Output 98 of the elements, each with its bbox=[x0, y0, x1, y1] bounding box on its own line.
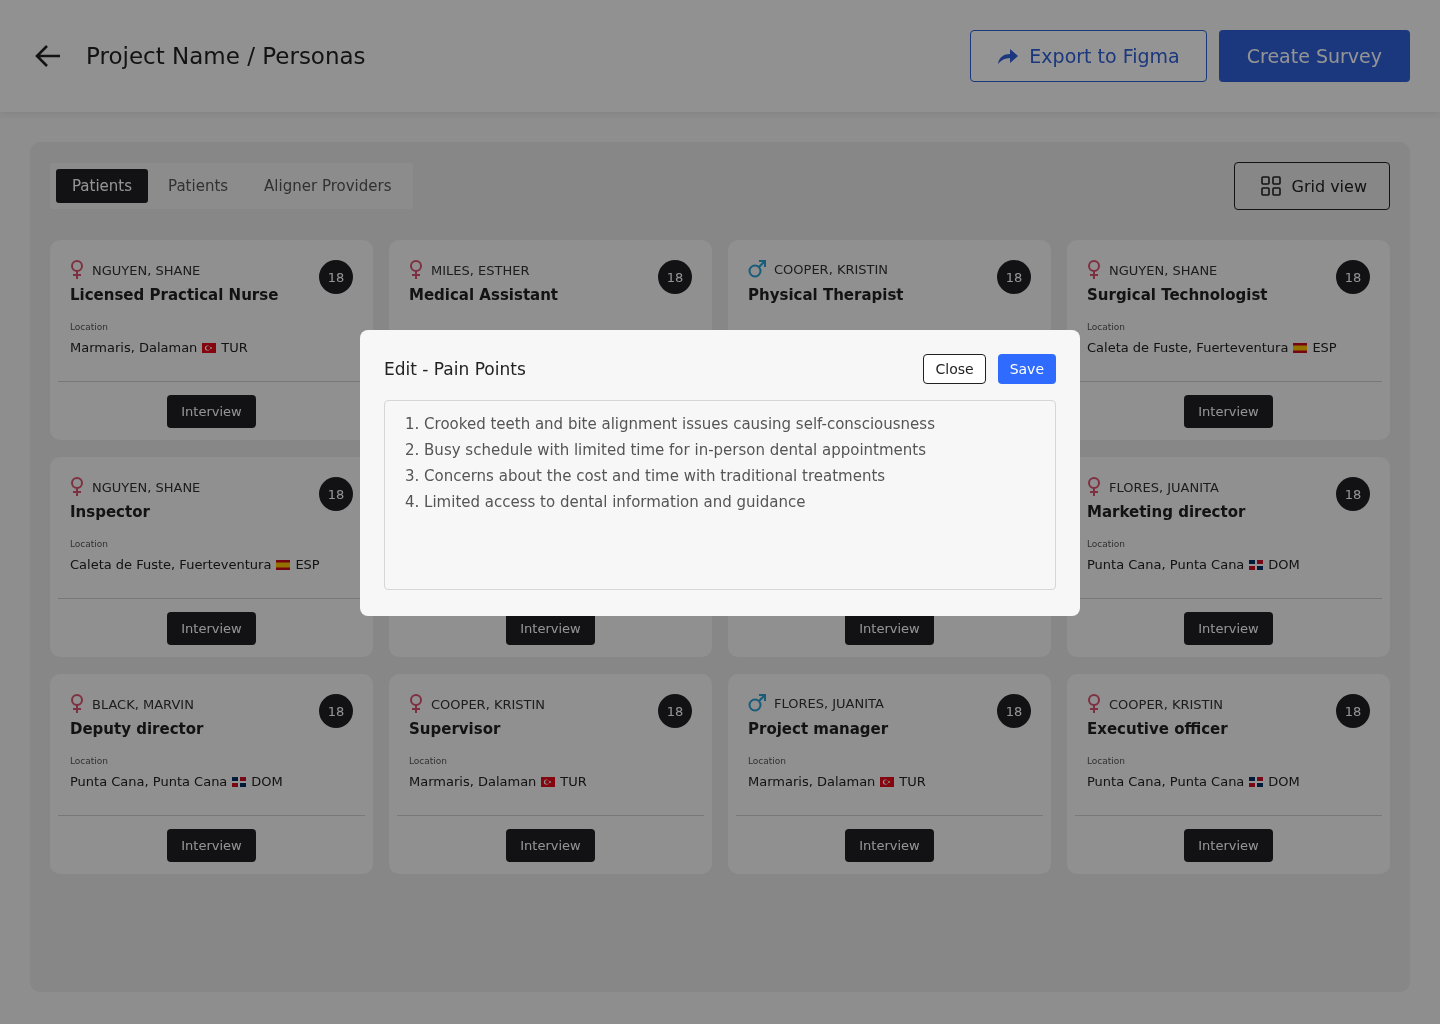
tab[interactable]: Aligner Providers bbox=[248, 169, 408, 203]
close-button[interactable]: Close bbox=[923, 354, 986, 384]
list-item: 3. Concerns about the cost and time with traditional treatments bbox=[405, 467, 887, 485]
job-title: Deputy director bbox=[70, 720, 205, 738]
location-text: Punta Cana, Punta Cana bbox=[1087, 557, 1245, 572]
job-title: Physical Therapist bbox=[748, 286, 905, 304]
job-title: Surgical Technologist bbox=[1087, 286, 1269, 304]
location-label: Location bbox=[748, 756, 788, 766]
turkey-flag-icon bbox=[541, 776, 556, 787]
job-title: Inspector bbox=[70, 503, 151, 521]
dialog-title: Edit - Pain Points bbox=[384, 359, 527, 379]
country-code: TUR bbox=[899, 774, 926, 789]
tab[interactable]: Patients bbox=[56, 169, 149, 203]
female-symbol-icon bbox=[1087, 694, 1101, 714]
turkey-flag-icon bbox=[880, 776, 895, 787]
spain-flag-icon bbox=[1293, 342, 1308, 353]
female-symbol-icon bbox=[70, 477, 84, 497]
location-text: Punta Cana, Punta Cana bbox=[70, 774, 228, 789]
dominican-flag-icon bbox=[1249, 559, 1264, 570]
export-button[interactable]: Export to Figma bbox=[970, 30, 1207, 82]
age-badge: 18 bbox=[658, 260, 692, 294]
age-badge: 18 bbox=[1336, 477, 1370, 511]
persona-name: COOPER, KRISTIN bbox=[1109, 696, 1224, 712]
persona-name: NGUYEN, SHANE bbox=[92, 262, 201, 278]
age-badge: 18 bbox=[997, 260, 1031, 294]
grid-icon bbox=[1261, 176, 1282, 196]
spain-flag-icon bbox=[276, 559, 291, 570]
female-symbol-icon bbox=[409, 260, 423, 280]
persona-name: BLACK, MARVIN bbox=[92, 696, 194, 712]
location-label: Location bbox=[1087, 539, 1127, 549]
location-label: Location bbox=[70, 539, 110, 549]
job-title: Project manager bbox=[748, 720, 890, 738]
age-badge: 18 bbox=[319, 260, 353, 294]
persona-name: MILES, ESTHER bbox=[431, 262, 530, 278]
interview-button[interactable]: Interview bbox=[167, 611, 256, 645]
female-symbol-icon bbox=[409, 694, 423, 714]
job-title: Licensed Practical Nurse bbox=[70, 286, 280, 304]
female-symbol-icon bbox=[70, 694, 84, 714]
interview-button[interactable]: Interview bbox=[1184, 611, 1273, 645]
location-text: Marmaris, Dalaman bbox=[748, 774, 876, 789]
country-code: TUR bbox=[560, 774, 587, 789]
job-title: Medical Assistant bbox=[409, 286, 560, 304]
location-text: Caleta de Fuste, Fuerteventura bbox=[70, 557, 272, 572]
location-label: Location bbox=[1087, 756, 1127, 766]
interview-button[interactable]: Interview bbox=[1184, 828, 1273, 862]
tab[interactable]: Patients bbox=[152, 169, 245, 203]
persona-name: COOPER, KRISTIN bbox=[774, 261, 889, 277]
age-badge: 18 bbox=[997, 694, 1031, 728]
location-label: Location bbox=[1087, 322, 1127, 332]
age-badge: 18 bbox=[1336, 260, 1370, 294]
pain-points-field[interactable] bbox=[384, 400, 1056, 590]
interview-button[interactable]: Interview bbox=[1184, 394, 1273, 428]
persona-name: FLORES, JUANITA bbox=[1109, 479, 1219, 495]
location-text: Punta Cana, Punta Cana bbox=[1087, 774, 1245, 789]
location-label: Location bbox=[409, 756, 449, 766]
persona-name: COOPER, KRISTIN bbox=[431, 696, 546, 712]
age-badge: 18 bbox=[319, 477, 353, 511]
create-survey-button[interactable]: Create Survey bbox=[1218, 30, 1410, 82]
country-code: DOM bbox=[1268, 774, 1300, 789]
turkey-flag-icon bbox=[202, 342, 217, 353]
country-code: DOM bbox=[1268, 557, 1300, 572]
interview-button[interactable]: Interview bbox=[167, 394, 256, 428]
female-symbol-icon bbox=[1087, 260, 1101, 280]
female-symbol-icon bbox=[1087, 477, 1101, 497]
location-label: Location bbox=[70, 322, 110, 332]
age-badge: 18 bbox=[1336, 694, 1370, 728]
interview-button[interactable]: Interview bbox=[506, 828, 595, 862]
persona-name: NGUYEN, SHANE bbox=[1109, 262, 1218, 278]
country-code: ESP bbox=[295, 557, 320, 572]
grid-view-button[interactable]: Grid view bbox=[1234, 162, 1390, 210]
location-text: Marmaris, Dalaman bbox=[70, 340, 198, 355]
job-title: Supervisor bbox=[409, 720, 502, 738]
dominican-flag-icon bbox=[1249, 776, 1264, 787]
save-button[interactable]: Save bbox=[997, 354, 1056, 384]
persona-name: NGUYEN, SHANE bbox=[92, 479, 201, 495]
interview-button[interactable]: Interview bbox=[845, 828, 934, 862]
female-symbol-icon bbox=[70, 260, 84, 280]
job-title: Executive officer bbox=[1087, 720, 1229, 738]
page-title: Project Name / Personas bbox=[86, 43, 366, 69]
back-arrow-icon[interactable] bbox=[34, 44, 62, 68]
persona-name: FLORES, JUANITA bbox=[774, 695, 884, 711]
list-item: 2. Busy schedule with limited time for in-person dental appointments bbox=[405, 441, 928, 459]
list-item: 1. Crooked teeth and bite alignment issues causing self-consciousness bbox=[405, 415, 936, 433]
interview-button[interactable]: Interview bbox=[167, 828, 256, 862]
location-text: Caleta de Fuste, Fuerteventura bbox=[1087, 340, 1289, 355]
country-code: TUR bbox=[221, 340, 248, 355]
country-code: DOM bbox=[251, 774, 283, 789]
location-label: Location bbox=[70, 756, 110, 766]
age-badge: 18 bbox=[319, 694, 353, 728]
job-title: Marketing director bbox=[1087, 503, 1247, 521]
country-code: ESP bbox=[1312, 340, 1337, 355]
list-item: 4. Limited access to dental information and guidance bbox=[405, 493, 807, 511]
share-arrow-icon bbox=[997, 47, 1020, 65]
dominican-flag-icon bbox=[232, 776, 247, 787]
location-text: Marmaris, Dalaman bbox=[409, 774, 537, 789]
male-symbol-icon bbox=[748, 694, 766, 712]
male-symbol-icon bbox=[748, 260, 766, 278]
age-badge: 18 bbox=[658, 694, 692, 728]
